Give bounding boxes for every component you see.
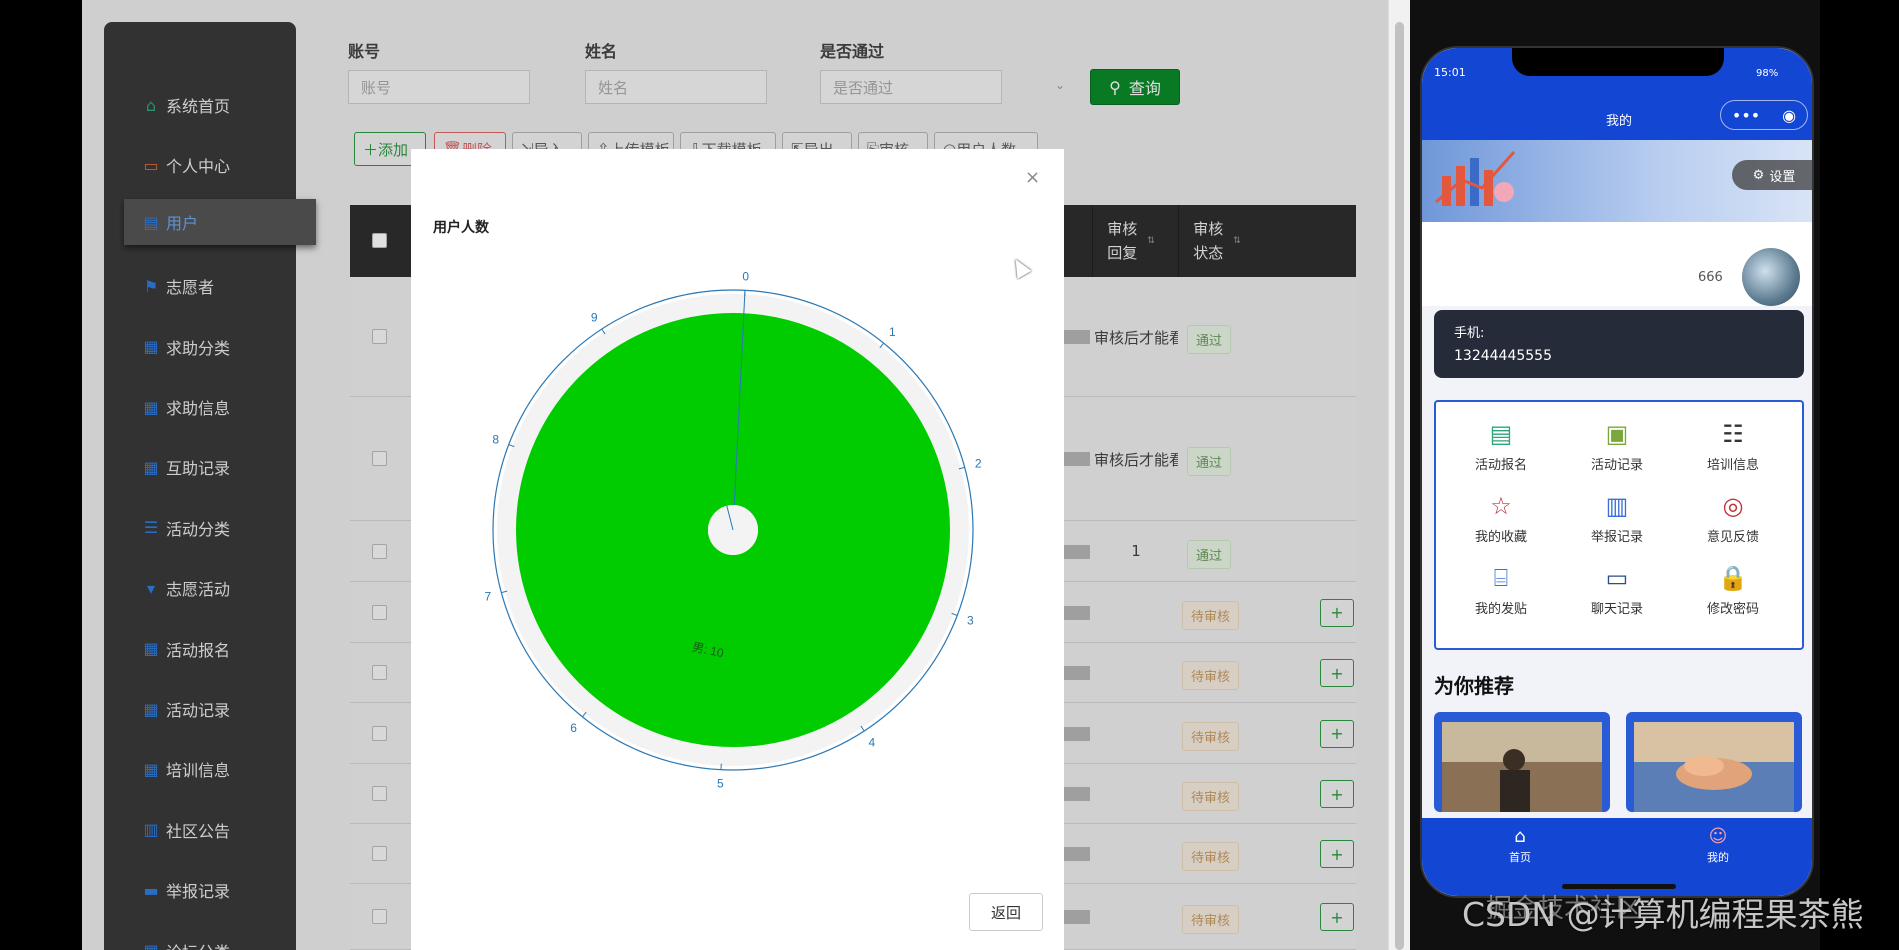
person-icon: ☺	[1708, 826, 1728, 847]
menu-item-label: 我的发贴	[1474, 602, 1527, 617]
settings-button[interactable]: ⚙ 设置	[1732, 160, 1812, 190]
menu-item-label: 修改密码	[1706, 602, 1759, 617]
angle-axis-label: 9	[591, 310, 598, 324]
angle-axis-label: 0	[742, 269, 749, 283]
tab-mine[interactable]: ☺ 我的	[1688, 826, 1748, 865]
menu-item[interactable]: ▤ 活动报名	[1446, 420, 1556, 473]
lock-icon: 🔒	[1718, 564, 1748, 592]
recommend-title: 为你推荐	[1434, 674, 1514, 698]
menu-item[interactable]: ▣ 活动记录	[1562, 420, 1672, 473]
angle-axis-label: 2	[975, 457, 982, 471]
menu-item-label: 活动记录	[1590, 458, 1643, 473]
phone-notch	[1512, 48, 1724, 76]
angle-axis-label: 1	[889, 325, 896, 339]
scan-icon: ⌸	[1493, 564, 1509, 592]
phone-value: 13244445555	[1454, 348, 1552, 364]
scrollbar-thumb[interactable]	[1395, 22, 1404, 950]
status-time: 15:01	[1434, 66, 1466, 79]
recommend-card[interactable]	[1626, 712, 1802, 812]
menu-item-label: 我的收藏	[1474, 530, 1527, 545]
function-menu: ▤ 活动报名 ▣ 活动记录 ☷ 培训信息 ☆ 我的收藏 ▥ 举报记录 ◎ 意见反馈 ⌸ 我的发贴 ▭ 聊天记录…	[1434, 400, 1804, 650]
phone-frame: 15:01 98% 我的 ••• ◉ ⚙ 设置 666 手机: 13244445…	[1420, 46, 1814, 898]
menu-item-label: 活动报名	[1474, 458, 1527, 473]
menu-item-label: 聊天记录	[1590, 602, 1643, 617]
list-icon: ☷	[1722, 420, 1744, 448]
menu-item[interactable]: ▥ 举报记录	[1562, 492, 1672, 545]
avatar[interactable]	[1742, 248, 1800, 306]
bag-icon: ▣	[1605, 420, 1629, 448]
home-icon: ⌂	[1514, 826, 1526, 847]
tab-home-label: 首页	[1509, 851, 1531, 864]
screen: ⌂ 系统首页 ▭ 个人中心 ▤ 用户 ⚑ 志愿者 ▦ 求助分类 ▦ 求助信息 ▦ 互助记录 ☰ 活动分类 ▾ 志愿…	[0, 0, 1899, 950]
feedback-icon: ◎	[1722, 492, 1744, 520]
menu-item-label: 培训信息	[1706, 458, 1759, 473]
angle-axis-label: 4	[868, 736, 875, 750]
menu-item-label: 举报记录	[1590, 530, 1643, 545]
status-battery: 98%	[1756, 68, 1779, 79]
menu-item[interactable]: ▭ 聊天记录	[1562, 564, 1672, 617]
angle-axis-label: 7	[484, 589, 491, 603]
more-icon[interactable]: •••	[1732, 106, 1760, 125]
username: 666	[1698, 270, 1723, 285]
recommend-image	[1442, 722, 1602, 812]
menu-item[interactable]: 🔒 修改密码	[1678, 564, 1788, 617]
menu-item[interactable]: ⌸ 我的发贴	[1446, 564, 1556, 617]
pie-chart: 0123456789男: 10	[484, 269, 982, 791]
chat-card-icon: ▭	[1605, 564, 1629, 592]
close-circle-icon[interactable]: ◉	[1782, 106, 1796, 125]
tab-mine-label: 我的	[1707, 851, 1729, 864]
gear-icon: ⚙	[1752, 167, 1765, 183]
back-button[interactable]: 返回	[969, 893, 1043, 931]
angle-axis-label: 3	[967, 613, 974, 627]
phone-card: 手机: 13244445555	[1434, 310, 1804, 378]
user-count-dialog: 用户人数 × 0 1 2 3 4 5 6 7 8 9 男: 10 返回	[411, 149, 1064, 950]
menu-item[interactable]: ☷ 培训信息	[1678, 420, 1788, 473]
menu-item[interactable]: ☆ 我的收藏	[1446, 492, 1556, 545]
angle-axis-label: 5	[717, 777, 724, 791]
angle-axis-label: 8	[492, 433, 499, 447]
document-icon: ▤	[1489, 420, 1513, 448]
menu-item-label: 意见反馈	[1706, 530, 1759, 545]
settings-label: 设置	[1769, 169, 1796, 185]
recommend-image	[1634, 722, 1794, 812]
report-icon: ▥	[1605, 492, 1629, 520]
star-icon: ☆	[1490, 492, 1512, 520]
menu-item[interactable]: ◎ 意见反馈	[1678, 492, 1788, 545]
recommend-card[interactable]	[1434, 712, 1610, 812]
angle-axis-label: 6	[570, 721, 577, 735]
phone-label: 手机:	[1454, 326, 1485, 341]
window-scrollbar[interactable]	[1388, 0, 1410, 950]
tab-home[interactable]: ⌂ 首页	[1490, 826, 1550, 865]
watermark-secondary: 掘金技术社区	[1486, 894, 1643, 924]
mini-program-capsule[interactable]: ••• ◉	[1720, 100, 1808, 130]
